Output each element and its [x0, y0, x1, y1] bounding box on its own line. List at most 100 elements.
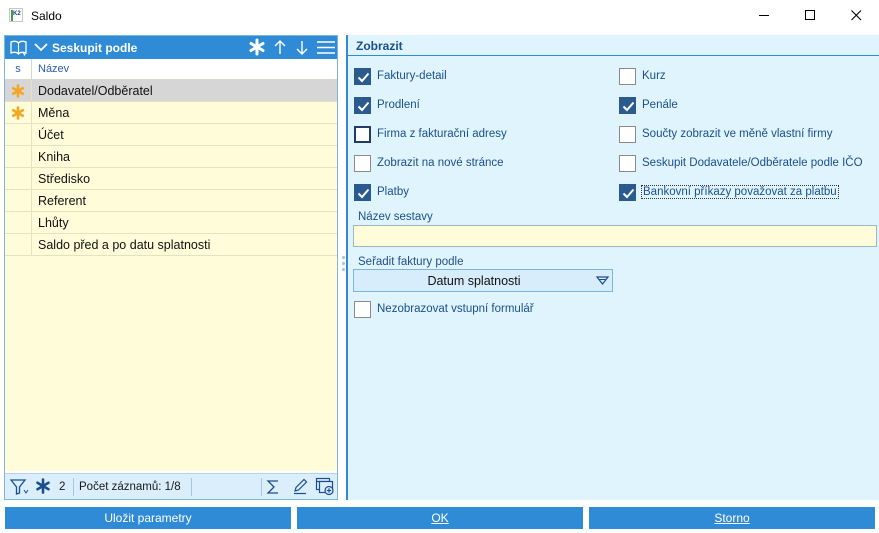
grid-row[interactable]: Saldo před a po datu splatnosti	[5, 234, 337, 256]
company-from-billing-address-label: Firma z fakturační adresy	[377, 128, 507, 140]
splitter-grip[interactable]	[342, 268, 345, 271]
save-parameters-button[interactable]: Uložit parametry	[5, 507, 291, 529]
sort-invoices-select[interactable]: Datum splatnosti	[353, 269, 613, 292]
book-icon[interactable]	[9, 39, 28, 56]
checkmark-icon	[357, 72, 370, 83]
penalty-label: Penále	[642, 99, 678, 111]
row-star-cell[interactable]	[5, 146, 32, 167]
row-star-cell[interactable]	[5, 212, 32, 233]
sort-invoices-value: Datum splatnosti	[427, 274, 521, 288]
sort-invoices-label: Seřadit faktury podle	[358, 256, 464, 268]
footer-divider	[191, 478, 192, 496]
totals-in-own-currency-label: Součty zobrazit ve měně vlastní firmy	[642, 128, 833, 140]
row-name: Středisko	[38, 172, 91, 186]
group-by-panel: Seskupit podle s Název Dodavatel/Odběrat…	[4, 35, 338, 500]
checkmark-icon	[357, 188, 370, 199]
row-name: Měna	[38, 106, 70, 120]
asterisk-icon[interactable]	[35, 478, 51, 494]
row-star-cell[interactable]	[5, 124, 32, 145]
row-star-cell[interactable]	[5, 102, 32, 123]
grid-row[interactable]: Lhůty	[5, 212, 337, 234]
record-count: Počet záznamů: 1/8	[79, 481, 181, 493]
hide-input-form-checkbox-box[interactable]	[354, 301, 371, 318]
maximize-button[interactable]	[787, 0, 833, 31]
exchange-rate-label: Kurz	[642, 70, 666, 82]
row-star-cell[interactable]	[5, 190, 32, 211]
asterisk-icon	[11, 84, 25, 98]
group-by-header: Seskupit podle	[5, 36, 337, 59]
row-name: Referent	[38, 194, 86, 208]
row-name: Lhůty	[38, 216, 69, 230]
column-header-s[interactable]: s	[5, 59, 32, 79]
delay-label: Prodlení	[377, 99, 420, 111]
grid-row[interactable]: Účet	[5, 124, 337, 146]
display-options-panel: Zobrazit Faktury-detail Prodlení Firma z f…	[346, 35, 879, 500]
pencil-icon[interactable]	[292, 478, 308, 495]
group-by-title: Seskupit podle	[52, 41, 138, 55]
checkmark-icon	[622, 101, 635, 112]
minimize-icon	[759, 15, 769, 16]
starred-count: 2	[59, 481, 66, 493]
penalty-checkbox-box[interactable]	[619, 97, 636, 114]
splitter-grip[interactable]	[342, 256, 345, 259]
row-name: Dodavatel/Odběratel	[38, 84, 153, 98]
exchange-rate-checkbox-box[interactable]	[619, 68, 636, 85]
display-title: Zobrazit	[356, 39, 403, 53]
group-by-ico-label: Seskupit Dodavatele/Odběratele podle IČO	[642, 157, 863, 169]
row-name: Saldo před a po datu splatnosti	[38, 238, 211, 252]
minimize-button[interactable]	[741, 0, 787, 31]
bank-orders-as-payment-label: Bankovní příkazy považovat za platbu	[641, 185, 839, 199]
show-on-new-page-checkbox-box[interactable]	[354, 155, 371, 172]
footer-divider	[261, 478, 262, 496]
chevron-down-icon[interactable]	[34, 41, 48, 53]
add-window-icon[interactable]	[315, 477, 335, 496]
title-bar: K2 Saldo	[0, 0, 879, 31]
hide-input-form-label: Nezobrazovat vstupní formulář	[377, 303, 534, 315]
group-by-ico-checkbox-box[interactable]	[619, 155, 636, 172]
grid-row[interactable]: Kniha	[5, 146, 337, 168]
close-icon	[851, 10, 862, 21]
sigma-icon[interactable]	[266, 479, 280, 495]
row-star-cell[interactable]	[5, 168, 32, 189]
grid-row[interactable]: Dodavatel/Odběratel	[5, 80, 337, 102]
payments-label: Platby	[377, 186, 409, 198]
splitter-grip[interactable]	[342, 262, 345, 265]
report-name-input[interactable]	[353, 225, 877, 247]
show-on-new-page-label: Zobrazit na nové stránce	[377, 157, 504, 169]
checkmark-icon	[622, 188, 635, 199]
cancel-button[interactable]: Storno	[589, 507, 875, 529]
app-logo-icon: K2	[9, 8, 23, 22]
display-header: Zobrazit	[348, 35, 879, 56]
arrow-up-icon[interactable]	[273, 39, 287, 56]
grid-column-header: s Název	[5, 59, 337, 80]
group-by-grid[interactable]: Dodavatel/Odběratel Měna Účet Kniha Středisk…	[5, 80, 337, 471]
grid-footer: 2 Počet záznamů: 1/8	[5, 473, 337, 499]
totals-in-own-currency-checkbox-box[interactable]	[619, 126, 636, 143]
report-name-label: Název sestavy	[358, 211, 433, 223]
row-star-cell[interactable]	[5, 80, 32, 101]
asterisk-icon[interactable]	[248, 38, 266, 56]
grid-row[interactable]: Referent	[5, 190, 337, 212]
maximize-icon	[805, 10, 815, 20]
checkmark-icon	[357, 101, 370, 112]
row-star-cell[interactable]	[5, 234, 32, 255]
grid-row[interactable]: Měna	[5, 102, 337, 124]
asterisk-icon	[11, 106, 25, 120]
grid-row[interactable]: Středisko	[5, 168, 337, 190]
invoices-detail-checkbox-box[interactable]	[354, 68, 371, 85]
delay-checkbox-box[interactable]	[354, 97, 371, 114]
company-from-billing-address-checkbox-box[interactable]	[354, 126, 371, 143]
row-name: Účet	[38, 128, 64, 142]
close-button[interactable]	[833, 0, 879, 31]
arrow-down-icon[interactable]	[295, 39, 309, 56]
hamburger-menu-icon[interactable]	[316, 39, 336, 56]
column-header-name[interactable]: Název	[38, 59, 69, 79]
dropdown-triangle-icon	[596, 276, 609, 285]
payments-checkbox-box[interactable]	[354, 184, 371, 201]
cancel-button-label: Storno	[714, 511, 750, 525]
footer-divider	[73, 478, 74, 496]
filter-icon[interactable]	[10, 478, 30, 496]
bank-orders-as-payment-checkbox-box[interactable]	[619, 184, 636, 201]
row-name: Kniha	[38, 150, 70, 164]
ok-button[interactable]: OK	[297, 507, 583, 529]
